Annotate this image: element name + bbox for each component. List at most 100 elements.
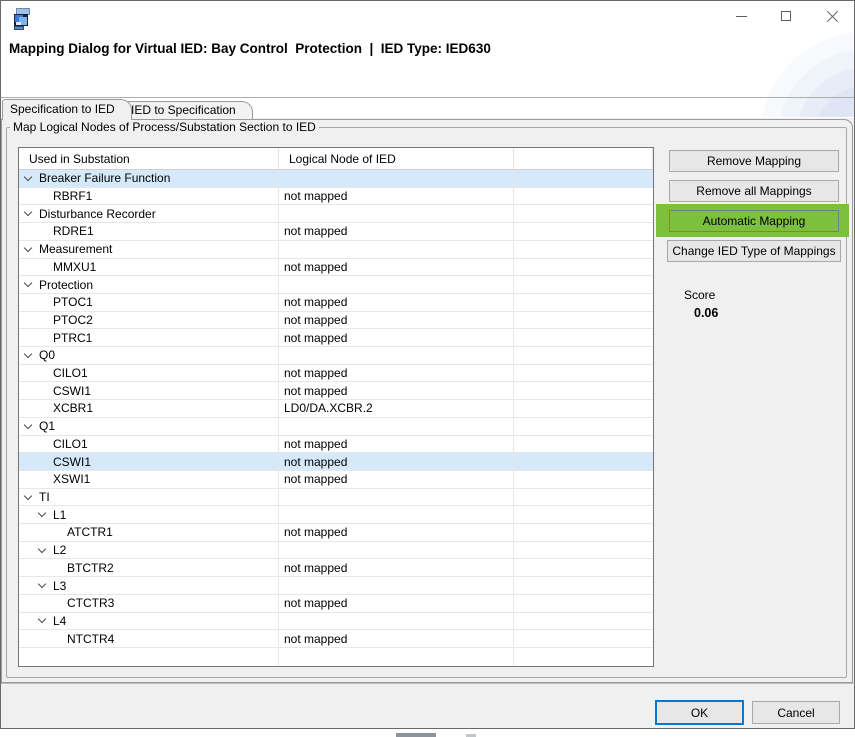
table-row[interactable]: CSWI1not mapped: [19, 453, 653, 471]
chevron-down-icon[interactable]: [38, 549, 53, 552]
row-label-cell: Breaker Failure Function: [19, 170, 279, 187]
chevron-down-icon[interactable]: [24, 354, 39, 357]
cancel-button[interactable]: Cancel: [752, 701, 840, 724]
row-label-cell: Disturbance Recorder: [19, 205, 279, 222]
table-row[interactable]: L2: [19, 542, 653, 560]
table-row[interactable]: RDRE1not mapped: [19, 223, 653, 241]
row-mapping-value: [279, 347, 514, 364]
row-label: Disturbance Recorder: [39, 207, 156, 221]
row-label-cell: L2: [19, 542, 279, 559]
row-mapping-value: [279, 489, 514, 506]
table-row[interactable]: PTOC1not mapped: [19, 294, 653, 312]
table-row[interactable]: Measurement: [19, 241, 653, 259]
table-row[interactable]: CILO1not mapped: [19, 365, 653, 383]
table-row[interactable]: Disturbance Recorder: [19, 205, 653, 223]
row-mapping-value: not mapped: [279, 453, 514, 470]
chevron-down-icon[interactable]: [24, 177, 39, 180]
row-label-cell: CTCTR3: [19, 595, 279, 612]
table-row[interactable]: [19, 648, 653, 666]
change-ied-type-button[interactable]: Change IED Type of Mappings: [667, 240, 841, 262]
chevron-down-icon[interactable]: [24, 425, 39, 428]
row-extra-cell: [514, 418, 653, 435]
row-label: ATCTR1: [67, 525, 113, 539]
table-row[interactable]: Breaker Failure Function: [19, 170, 653, 188]
table-row[interactable]: CTCTR3 not mapped: [19, 595, 653, 613]
row-extra-cell: [514, 223, 653, 240]
column-header-empty[interactable]: [514, 148, 653, 169]
row-label-cell: ATCTR1: [19, 524, 279, 541]
table-row[interactable]: MMXU1not mapped: [19, 259, 653, 277]
chevron-down-icon[interactable]: [24, 496, 39, 499]
ok-button[interactable]: OK: [655, 700, 744, 725]
row-extra-cell: [514, 471, 653, 488]
automatic-mapping-button[interactable]: Automatic Mapping: [669, 210, 839, 232]
row-label-cell: MMXU1: [19, 259, 279, 276]
row-extra-cell: [514, 188, 653, 205]
chevron-down-icon[interactable]: [24, 212, 39, 215]
chevron-down-icon[interactable]: [38, 619, 53, 622]
row-label-cell: CSWI1: [19, 453, 279, 470]
remove-all-mappings-button[interactable]: Remove all Mappings: [669, 180, 839, 202]
table-row[interactable]: XSWI1not mapped: [19, 471, 653, 489]
mapping-dialog-window: Mapping Dialog for Virtual IED: Bay Cont…: [0, 0, 855, 729]
table-row[interactable]: TI: [19, 489, 653, 507]
row-label: L2: [53, 543, 66, 557]
table-row[interactable]: Q0: [19, 347, 653, 365]
dialog-button-bar: OK Cancel: [1, 683, 854, 728]
table-row[interactable]: BTCTR2not mapped: [19, 559, 653, 577]
row-mapping-value: not mapped: [279, 524, 514, 541]
row-extra-cell: [514, 524, 653, 541]
row-mapping-value: [279, 506, 514, 523]
column-header-logical-node-of-ied[interactable]: Logical Node of IED: [279, 148, 514, 169]
table-row[interactable]: ATCTR1 not mapped: [19, 524, 653, 542]
groupbox-label: Map Logical Nodes of Process/Substation …: [10, 120, 319, 134]
row-label: TI: [39, 490, 50, 504]
table-row[interactable]: PTRC1not mapped: [19, 329, 653, 347]
row-label-cell: XSWI1: [19, 471, 279, 488]
row-mapping-value: [279, 648, 514, 666]
maximize-button[interactable]: [770, 5, 802, 27]
app-icon: [14, 8, 32, 30]
row-mapping-value: [279, 276, 514, 293]
table-row[interactable]: RBRF1not mapped: [19, 188, 653, 206]
row-label-cell: [19, 648, 279, 666]
row-label: L4: [53, 614, 66, 628]
table-row[interactable]: XCBR1LD0/DA.XCBR.2: [19, 400, 653, 418]
row-mapping-value: not mapped: [279, 595, 514, 612]
table-row[interactable]: CSWI1not mapped: [19, 382, 653, 400]
row-mapping-value: not mapped: [279, 188, 514, 205]
row-label-cell: Q0: [19, 347, 279, 364]
chevron-down-icon[interactable]: [38, 584, 53, 587]
table-row[interactable]: L3: [19, 577, 653, 595]
row-extra-cell: [514, 436, 653, 453]
row-mapping-value: [279, 418, 514, 435]
table-row[interactable]: Q1: [19, 418, 653, 436]
tab-ied-to-specification[interactable]: IED to Specification: [123, 101, 253, 119]
close-button[interactable]: [816, 5, 848, 27]
row-extra-cell: [514, 382, 653, 399]
row-label-cell: RDRE1: [19, 223, 279, 240]
dialog-title: Mapping Dialog for Virtual IED: Bay Cont…: [9, 41, 491, 56]
row-label-cell: NTCTR4: [19, 630, 279, 647]
table-row[interactable]: L4: [19, 613, 653, 631]
table-header-row: Used in Substation Logical Node of IED: [19, 148, 653, 170]
row-mapping-value: [279, 241, 514, 258]
column-header-used-in-substation[interactable]: Used in Substation: [19, 148, 279, 169]
row-label: PTOC2: [53, 313, 93, 327]
tab-specification-to-ied[interactable]: Specification to IED: [2, 99, 132, 120]
table-row[interactable]: NTCTR4not mapped: [19, 630, 653, 648]
row-label: CTCTR3: [67, 596, 114, 610]
row-mapping-value: not mapped: [279, 223, 514, 240]
minimize-button[interactable]: [725, 5, 757, 27]
chevron-down-icon[interactable]: [24, 283, 39, 286]
chevron-down-icon[interactable]: [38, 513, 53, 516]
table-row[interactable]: L1: [19, 506, 653, 524]
table-row[interactable]: CILO1not mapped: [19, 436, 653, 454]
row-label: CSWI1: [53, 384, 91, 398]
table-row[interactable]: Protection: [19, 276, 653, 294]
row-label-cell: RBRF1: [19, 188, 279, 205]
table-row[interactable]: PTOC2not mapped: [19, 312, 653, 330]
chevron-down-icon[interactable]: [24, 248, 39, 251]
row-label: Measurement: [39, 242, 112, 256]
remove-mapping-button[interactable]: Remove Mapping: [669, 150, 839, 172]
